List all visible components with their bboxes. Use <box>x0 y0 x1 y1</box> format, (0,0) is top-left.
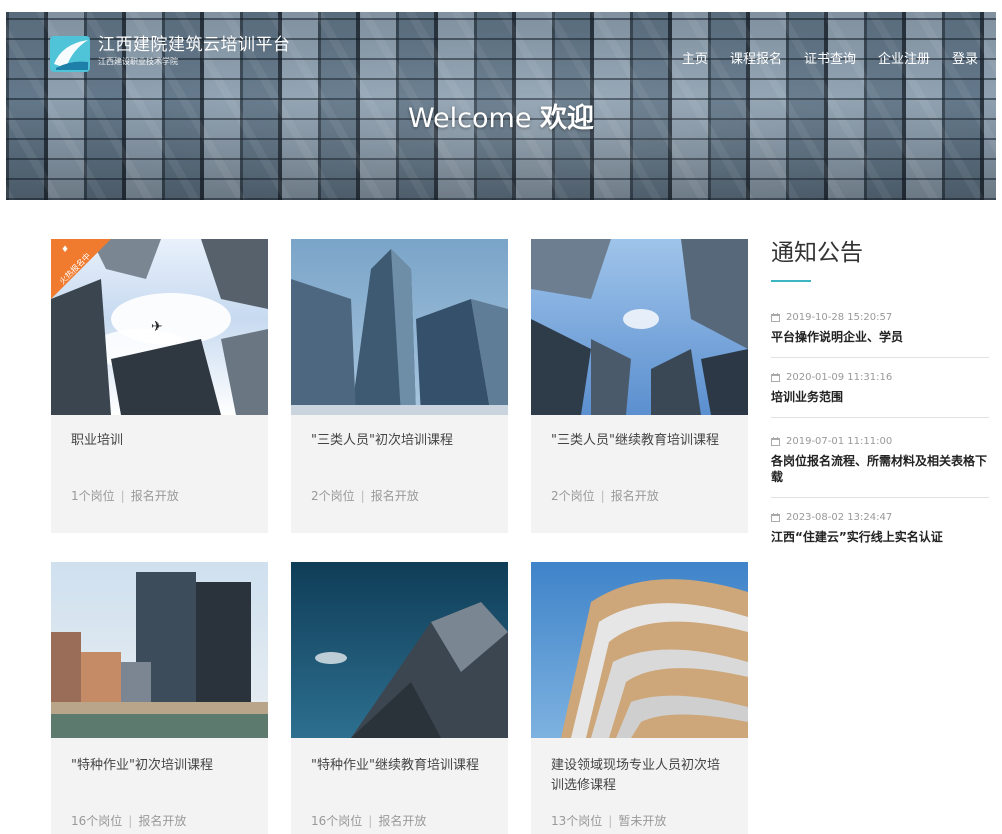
notice-date-text: 2023-08-02 13:24:47 <box>786 512 893 523</box>
logo-subtitle: 江西建设职业技术学院 <box>98 57 178 66</box>
course-status: 报名开放 <box>370 489 419 503</box>
course-status: 报名开放 <box>610 489 659 503</box>
course-positions: 1个岗位 <box>71 489 115 503</box>
course-card-2[interactable]: "三类人员"初次培训课程 2个岗位 | 报名开放 <box>291 239 508 533</box>
notice-title: 各岗位报名流程、所需材料及相关表格下载 <box>771 454 988 484</box>
site-logo[interactable]: 江西建院建筑云培训平台 江西建设职业技术学院 <box>50 34 291 74</box>
logo-mark-icon <box>50 34 92 74</box>
notice-item[interactable]: 2019-10-28 15:20:57 平台操作说明企业、学员 <box>771 302 989 358</box>
course-title: 职业培训 <box>71 433 124 448</box>
course-title: "特种作业"继续教育培训课程 <box>311 758 479 773</box>
nav-home[interactable]: 主页 <box>682 48 708 67</box>
hot-ribbon: ♦ 火热报名中 <box>51 239 111 299</box>
course-meta: 1个岗位 | 报名开放 <box>71 489 179 503</box>
course-card-5[interactable]: "特种作业"继续教育培训课程 16个岗位 | 报名开放 <box>291 562 508 834</box>
notice-title: 平台操作说明企业、学员 <box>771 330 904 344</box>
notice-date-text: 2019-07-01 11:11:00 <box>786 436 893 447</box>
nav-company-register[interactable]: 企业注册 <box>878 48 930 67</box>
course-meta: 2个岗位 | 报名开放 <box>311 489 419 503</box>
course-title: "三类人员"初次培训课程 <box>311 433 453 448</box>
notice-date: 2023-08-02 13:24:47 <box>771 512 989 523</box>
flame-icon: ♦ <box>61 245 70 255</box>
course-positions: 13个岗位 <box>551 814 603 828</box>
calendar-icon <box>771 437 780 446</box>
course-meta: 16个岗位 | 报名开放 <box>311 814 427 828</box>
course-status: 报名开放 <box>130 489 179 503</box>
notice-date: 2019-07-01 11:11:00 <box>771 436 989 447</box>
course-card-4[interactable]: "特种作业"初次培训课程 16个岗位 | 报名开放 <box>51 562 268 834</box>
course-image-4 <box>51 562 268 738</box>
course-status: 暂未开放 <box>618 814 667 828</box>
course-positions: 2个岗位 <box>551 489 595 503</box>
course-meta: 13个岗位 | 暂未开放 <box>551 814 667 828</box>
notice-date-text: 2020-01-09 11:31:16 <box>786 372 893 383</box>
course-positions: 16个岗位 <box>311 814 363 828</box>
course-image-3 <box>531 239 748 415</box>
course-card-1[interactable]: ✈ ♦ 火热报名中 职业培训 1个岗位 | 报名开放 <box>51 239 268 533</box>
notice-date: 2019-10-28 15:20:57 <box>771 312 989 323</box>
calendar-icon <box>771 513 780 522</box>
ribbon-label: 火热报名中 <box>57 251 93 287</box>
calendar-icon <box>771 313 780 322</box>
svg-text:✈: ✈ <box>151 319 163 335</box>
course-image-6 <box>531 562 748 738</box>
top-nav: 主页 课程报名 证书查询 企业注册 登录 <box>660 48 978 67</box>
course-card-6[interactable]: 建设领域现场专业人员初次培训选修课程 13个岗位 | 暂未开放 <box>531 562 748 834</box>
course-image-5 <box>291 562 508 738</box>
notice-item[interactable]: 2020-01-09 11:31:16 培训业务范围 <box>771 358 989 418</box>
course-status: 报名开放 <box>138 814 187 828</box>
welcome-heading: Welcome 欢迎 <box>6 96 996 135</box>
course-card-3[interactable]: "三类人员"继续教育培训课程 2个岗位 | 报名开放 <box>531 239 748 533</box>
notice-date: 2020-01-09 11:31:16 <box>771 372 989 383</box>
logo-title: 江西建院建筑云培训平台 <box>98 35 291 55</box>
notice-heading: 通知公告 <box>771 240 863 266</box>
course-title: "三类人员"继续教育培训课程 <box>551 433 719 448</box>
course-positions: 2个岗位 <box>311 489 355 503</box>
course-image-2 <box>291 239 508 415</box>
notice-title: 培训业务范围 <box>771 390 844 404</box>
course-title: "特种作业"初次培训课程 <box>71 758 213 773</box>
course-status: 报名开放 <box>378 814 427 828</box>
nav-course-registration[interactable]: 课程报名 <box>730 48 782 67</box>
notice-date-text: 2019-10-28 15:20:57 <box>786 312 893 323</box>
welcome-zh: 欢迎 <box>540 103 595 134</box>
course-positions: 16个岗位 <box>71 814 123 828</box>
nav-certificate-query[interactable]: 证书查询 <box>804 48 856 67</box>
course-meta: 16个岗位 | 报名开放 <box>71 814 187 828</box>
notice-panel: 通知公告 2019-10-28 15:20:57 平台操作说明企业、学员 202… <box>771 238 989 557</box>
notice-item[interactable]: 2019-07-01 11:11:00 各岗位报名流程、所需材料及相关表格下载 <box>771 418 989 498</box>
calendar-icon <box>771 373 780 382</box>
course-title: 建设领域现场专业人员初次培训选修课程 <box>551 758 721 793</box>
notice-title: 江西“住建云”实行线上实名认证 <box>771 530 943 544</box>
notice-item[interactable]: 2023-08-02 13:24:47 江西“住建云”实行线上实名认证 <box>771 498 989 557</box>
course-image-1: ✈ ♦ 火热报名中 <box>51 239 268 415</box>
course-meta: 2个岗位 | 报名开放 <box>551 489 659 503</box>
hero-banner: 江西建院建筑云培训平台 江西建设职业技术学院 主页 课程报名 证书查询 企业注册… <box>6 12 996 200</box>
welcome-en: Welcome <box>407 103 532 134</box>
nav-login[interactable]: 登录 <box>952 48 978 67</box>
